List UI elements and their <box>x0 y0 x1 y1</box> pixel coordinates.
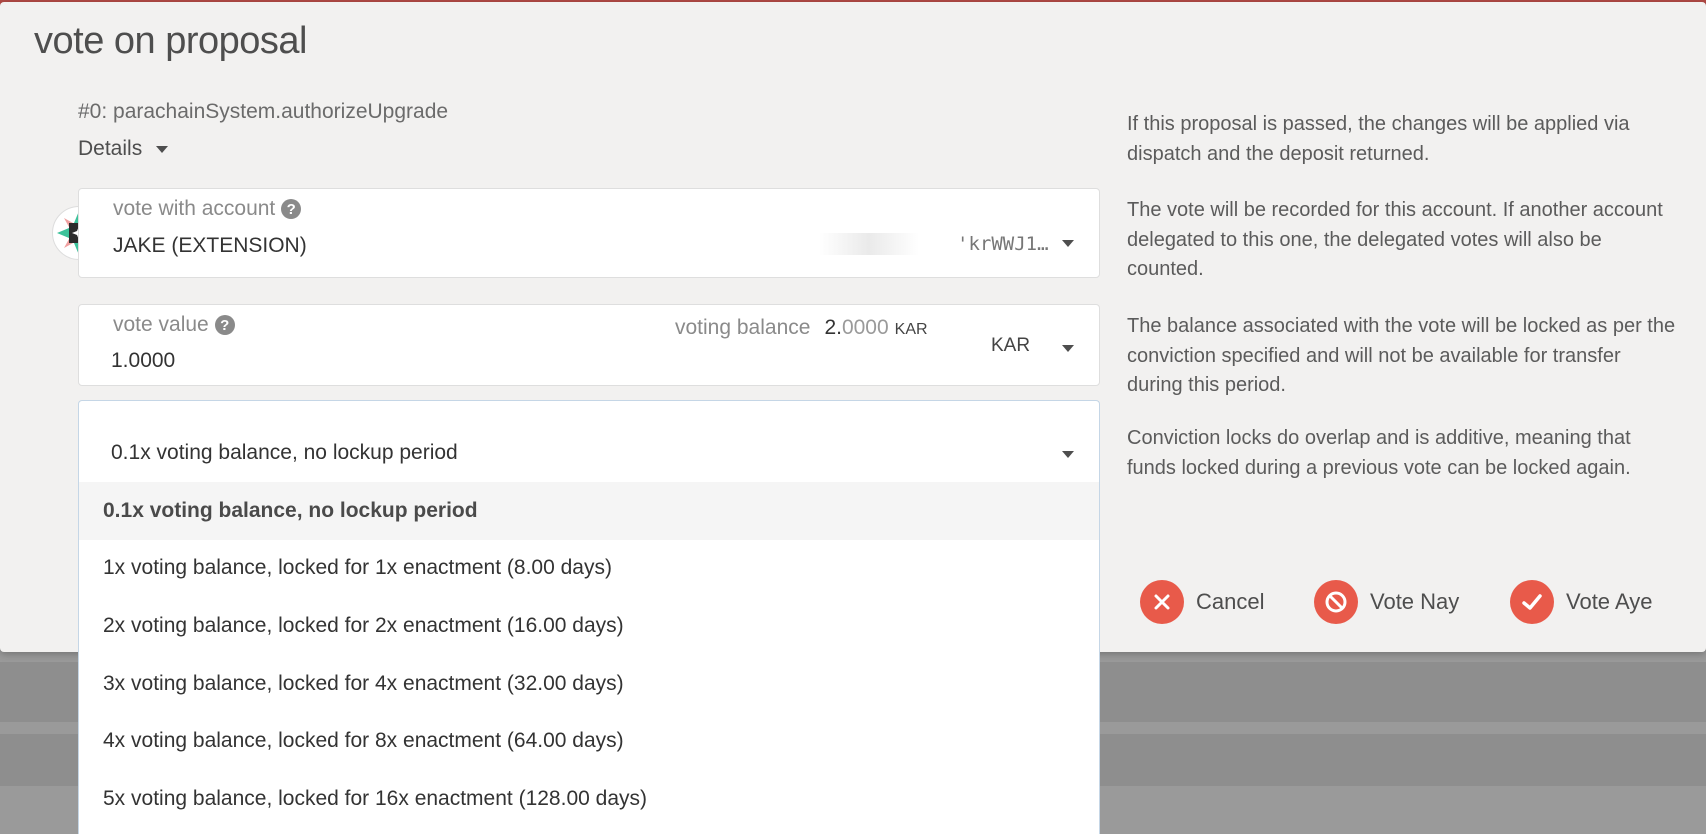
conviction-option[interactable]: 0.1x voting balance, no lockup period <box>79 482 1099 540</box>
vote-nay-button[interactable]: Vote Nay <box>1314 580 1459 624</box>
chevron-down-icon <box>1062 345 1074 352</box>
address-blur <box>819 233 919 255</box>
account-address: 'krWWJ1… <box>957 233 1049 255</box>
voting-balance: voting balance 2. 0000 KAR <box>675 316 928 340</box>
check-icon <box>1510 580 1554 624</box>
account-select[interactable]: vote with account ? JAKE (EXTENSION) 'kr… <box>78 188 1100 278</box>
voting-balance-unit: KAR <box>894 321 928 338</box>
conviction-option[interactable]: 5x voting balance, locked for 16x enactm… <box>79 770 1099 828</box>
vote-value-label-text: vote value <box>113 313 209 336</box>
help-text-conviction: Conviction locks do overlap and is addit… <box>1127 427 1631 479</box>
vote-value-field: vote value ? 1.0000 voting balance 2. 000… <box>78 304 1100 386</box>
cancel-button[interactable]: Cancel <box>1140 580 1264 624</box>
ban-icon <box>1314 580 1358 624</box>
conviction-dropdown-menu: 0.1x voting balance, no lockup period 1x… <box>78 482 1100 834</box>
unit-select[interactable]: KAR <box>991 335 1030 357</box>
proposal-id: #0: parachainSystem.authorizeUpgrade <box>78 100 449 123</box>
conviction-selected: 0.1x voting balance, no lockup period <box>111 441 458 464</box>
help-text-vote-value: The balance associated with the vote wil… <box>1127 315 1676 396</box>
caret-down-icon <box>156 145 169 153</box>
account-label: vote with account ? <box>113 197 302 221</box>
help-text-proposal: If this proposal is passed, the changes … <box>1127 113 1630 165</box>
conviction-option[interactable]: 2x voting balance, locked for 2x enactme… <box>79 597 1099 655</box>
help-icon[interactable]: ? <box>214 315 235 335</box>
cancel-label: Cancel <box>1196 589 1265 614</box>
modal-title: vote on proposal <box>34 20 307 62</box>
vote-nay-label: Vote Nay <box>1370 589 1460 614</box>
help-text-account: The vote will be recorded for this accou… <box>1127 199 1663 280</box>
account-name: JAKE (EXTENSION) <box>113 234 307 257</box>
conviction-select[interactable]: 0.1x voting balance, no lockup period <box>78 400 1100 485</box>
conviction-option[interactable]: 1x voting balance, locked for 1x enactme… <box>79 540 1099 598</box>
voting-balance-int: 2. <box>824 316 842 339</box>
details-toggle[interactable]: Details <box>78 137 169 161</box>
vote-aye-button[interactable]: Vote Aye <box>1510 580 1652 624</box>
voting-balance-dec: 0000 <box>841 316 889 339</box>
vote-value-label: vote value ? <box>113 313 235 337</box>
close-icon <box>1140 580 1184 624</box>
account-label-text: vote with account <box>113 197 276 220</box>
conviction-option[interactable]: 4x voting balance, locked for 8x enactme… <box>79 712 1099 770</box>
vote-aye-label: Vote Aye <box>1566 589 1653 614</box>
chevron-down-icon <box>1062 451 1074 458</box>
chevron-down-icon <box>1062 240 1074 247</box>
help-icon[interactable]: ? <box>281 199 302 219</box>
details-label: Details <box>78 137 143 160</box>
vote-value-input[interactable]: 1.0000 <box>111 349 175 373</box>
conviction-option[interactable]: 3x voting balance, locked for 4x enactme… <box>79 655 1099 713</box>
voting-balance-label: voting balance <box>675 316 811 339</box>
